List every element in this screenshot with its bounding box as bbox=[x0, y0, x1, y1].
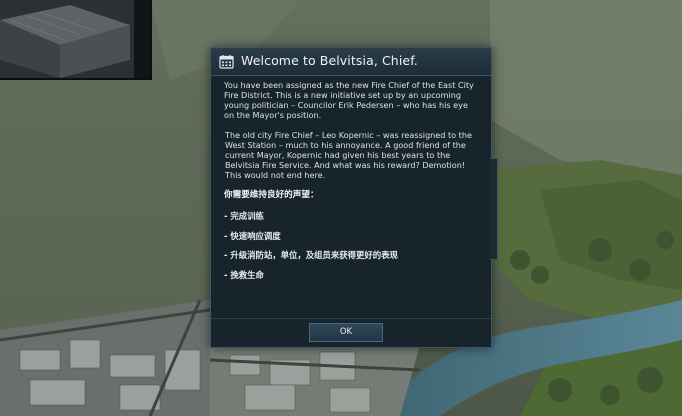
dialog-title: Welcome to Belvitsia, Chief. bbox=[241, 53, 418, 68]
dialog-footer: OK bbox=[211, 318, 491, 347]
dialog-body: You have been assigned as the new Fire C… bbox=[224, 80, 476, 289]
calendar-icon bbox=[219, 55, 234, 69]
dialog-side-tab bbox=[490, 158, 498, 260]
backstory-paragraph: The old city Fire Chief – Leo Kopernic –… bbox=[225, 130, 472, 180]
objective-item: - 快速响应调度 bbox=[224, 230, 281, 241]
intro-paragraph: You have been assigned as the new Fire C… bbox=[224, 80, 474, 120]
objective-item: - 完成训练 bbox=[224, 211, 264, 221]
ok-button[interactable]: OK bbox=[309, 323, 383, 342]
building-rooftops bbox=[0, 0, 150, 78]
welcome-dialog: Welcome to Belvitsia, Chief. You have be… bbox=[210, 47, 498, 348]
objectives-heading: 你需要维持良好的声望： bbox=[224, 190, 319, 200]
city-overview-thumbnail[interactable] bbox=[0, 0, 152, 80]
objective-item: - 挽救生命 bbox=[224, 269, 264, 280]
dialog-header: Welcome to Belvitsia, Chief. bbox=[211, 48, 491, 76]
objective-item: - 升级消防站，单位，及组员来获得更好的表现 bbox=[224, 250, 398, 260]
